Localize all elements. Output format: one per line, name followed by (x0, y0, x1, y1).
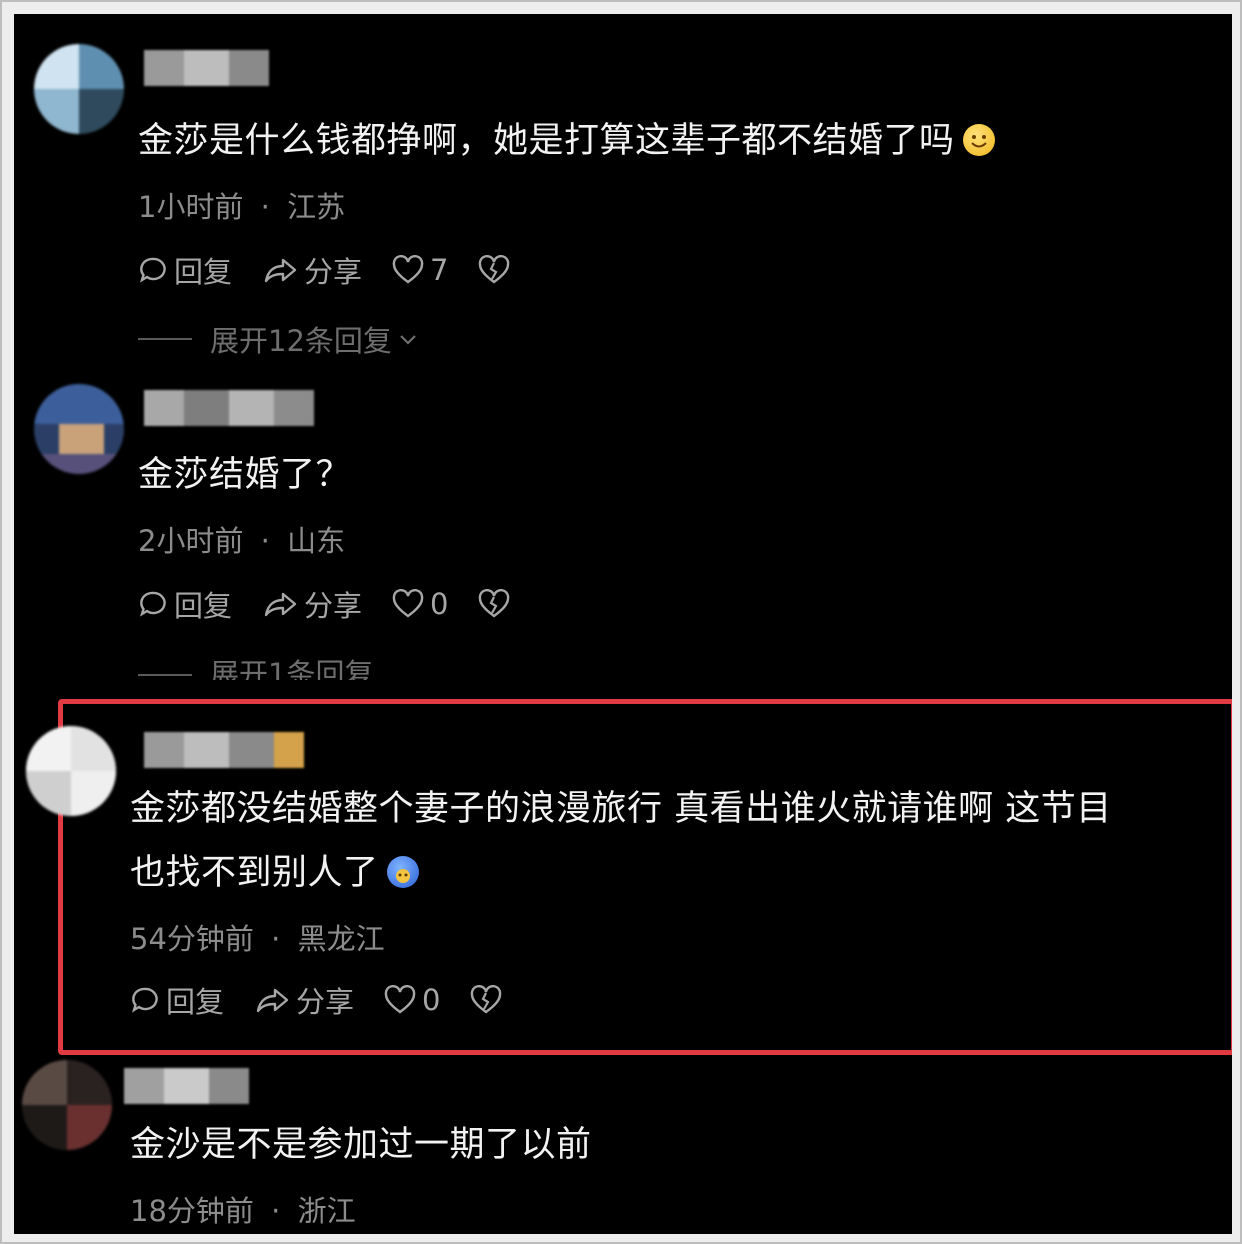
heart-icon (392, 589, 424, 618)
comment-actions: 回复 分享 7 (138, 250, 546, 290)
share-arrow-icon (264, 592, 297, 617)
share-label: 分享 (304, 589, 363, 623)
username-blurred[interactable] (124, 1068, 249, 1104)
comment-text: 金莎结婚了？ (138, 455, 352, 495)
expand-label: 展开12条回复 (210, 324, 392, 358)
comment-actions: 回复 分享 0 (130, 980, 538, 1020)
screenshot-frame: 金莎是什么钱都挣啊，她是打算这辈子都不结婚了吗 1小时前 · 江苏 回复 分享 (0, 0, 1242, 1244)
avatar[interactable] (22, 1060, 112, 1150)
comment-time: 54分钟前 (130, 922, 254, 956)
meta-separator: · (260, 190, 270, 224)
like-count: 7 (430, 253, 449, 287)
comment-meta: 1小时前 · 江苏 (138, 184, 345, 226)
dislike-button[interactable] (478, 255, 516, 285)
expand-label: 展开1条回复 (210, 657, 374, 680)
like-count: 0 (430, 587, 449, 621)
dislike-button[interactable] (470, 985, 508, 1015)
comment-meta: 18分钟前 · 浙江 (130, 1188, 356, 1230)
share-arrow-icon (264, 258, 297, 283)
share-label: 分享 (296, 985, 355, 1019)
share-label: 分享 (304, 255, 363, 289)
reply-label: 回复 (174, 589, 233, 623)
meta-separator: · (260, 524, 270, 558)
dislike-button[interactable] (478, 589, 516, 619)
comment-text: 金沙是不是参加过一期了以前 (130, 1125, 592, 1165)
comment-text-line2: 也找不到别人了 (130, 842, 419, 904)
avatar[interactable] (26, 726, 116, 816)
username-blurred[interactable] (144, 390, 314, 426)
chevron-down-icon (400, 335, 416, 345)
share-arrow-icon (256, 988, 289, 1013)
reply-label: 回复 (174, 255, 233, 289)
comment-text: 金莎是什么钱都挣啊，她是打算这辈子都不结婚了吗 (138, 110, 995, 172)
avatar[interactable] (34, 44, 124, 134)
reply-button[interactable]: 回复 (138, 583, 232, 625)
comment-location: 浙江 (297, 1194, 356, 1228)
comment-location: 黑龙江 (297, 922, 385, 956)
divider-line (138, 338, 192, 340)
heart-icon (384, 985, 416, 1014)
comment-location: 江苏 (287, 190, 346, 224)
like-count: 0 (422, 983, 441, 1017)
meta-separator: · (271, 922, 281, 956)
comment-actions: 回复 分享 0 (138, 584, 546, 624)
like-button[interactable]: 0 (392, 587, 448, 621)
smile-emoji-icon (962, 124, 995, 156)
reply-button[interactable]: 回复 (138, 249, 232, 291)
avatar[interactable] (34, 384, 124, 474)
reply-button[interactable]: 回复 (130, 979, 224, 1021)
share-button[interactable]: 分享 (254, 979, 354, 1021)
share-button[interactable]: 分享 (262, 583, 362, 625)
heart-icon (392, 255, 424, 284)
reply-bubble-icon (131, 987, 158, 1013)
cry-emoji-icon (386, 856, 419, 888)
share-button[interactable]: 分享 (262, 249, 362, 291)
username-blurred[interactable] (144, 732, 304, 768)
like-button[interactable]: 7 (392, 253, 448, 287)
expand-replies[interactable]: 展开12条回复 (138, 318, 420, 360)
reply-bubble-icon (139, 257, 166, 283)
comment-location: 山东 (287, 524, 346, 558)
broken-heart-icon (479, 255, 510, 284)
like-button[interactable]: 0 (384, 983, 440, 1017)
divider-line (138, 674, 192, 676)
expand-replies-partial[interactable]: 展开1条回复 (138, 654, 373, 680)
meta-separator: · (271, 1194, 281, 1228)
comment-time: 1小时前 (138, 190, 244, 224)
reply-bubble-icon (139, 591, 166, 617)
broken-heart-icon (479, 589, 510, 618)
username-blurred[interactable] (144, 50, 269, 86)
reply-label: 回复 (166, 985, 225, 1019)
comment-text-line1: 金莎都没结婚整个妻子的浪漫旅行 真看出谁火就请谁啊 这节目 (130, 789, 1112, 829)
comment-meta: 2小时前 · 山东 (138, 518, 345, 560)
broken-heart-icon (471, 985, 502, 1014)
comment-time: 2小时前 (138, 524, 244, 558)
comment-time: 18分钟前 (130, 1194, 254, 1228)
comment-meta: 54分钟前 · 黑龙江 (130, 916, 385, 958)
comment-list[interactable]: 金莎是什么钱都挣啊，她是打算这辈子都不结婚了吗 1小时前 · 江苏 回复 分享 (14, 14, 1232, 1234)
